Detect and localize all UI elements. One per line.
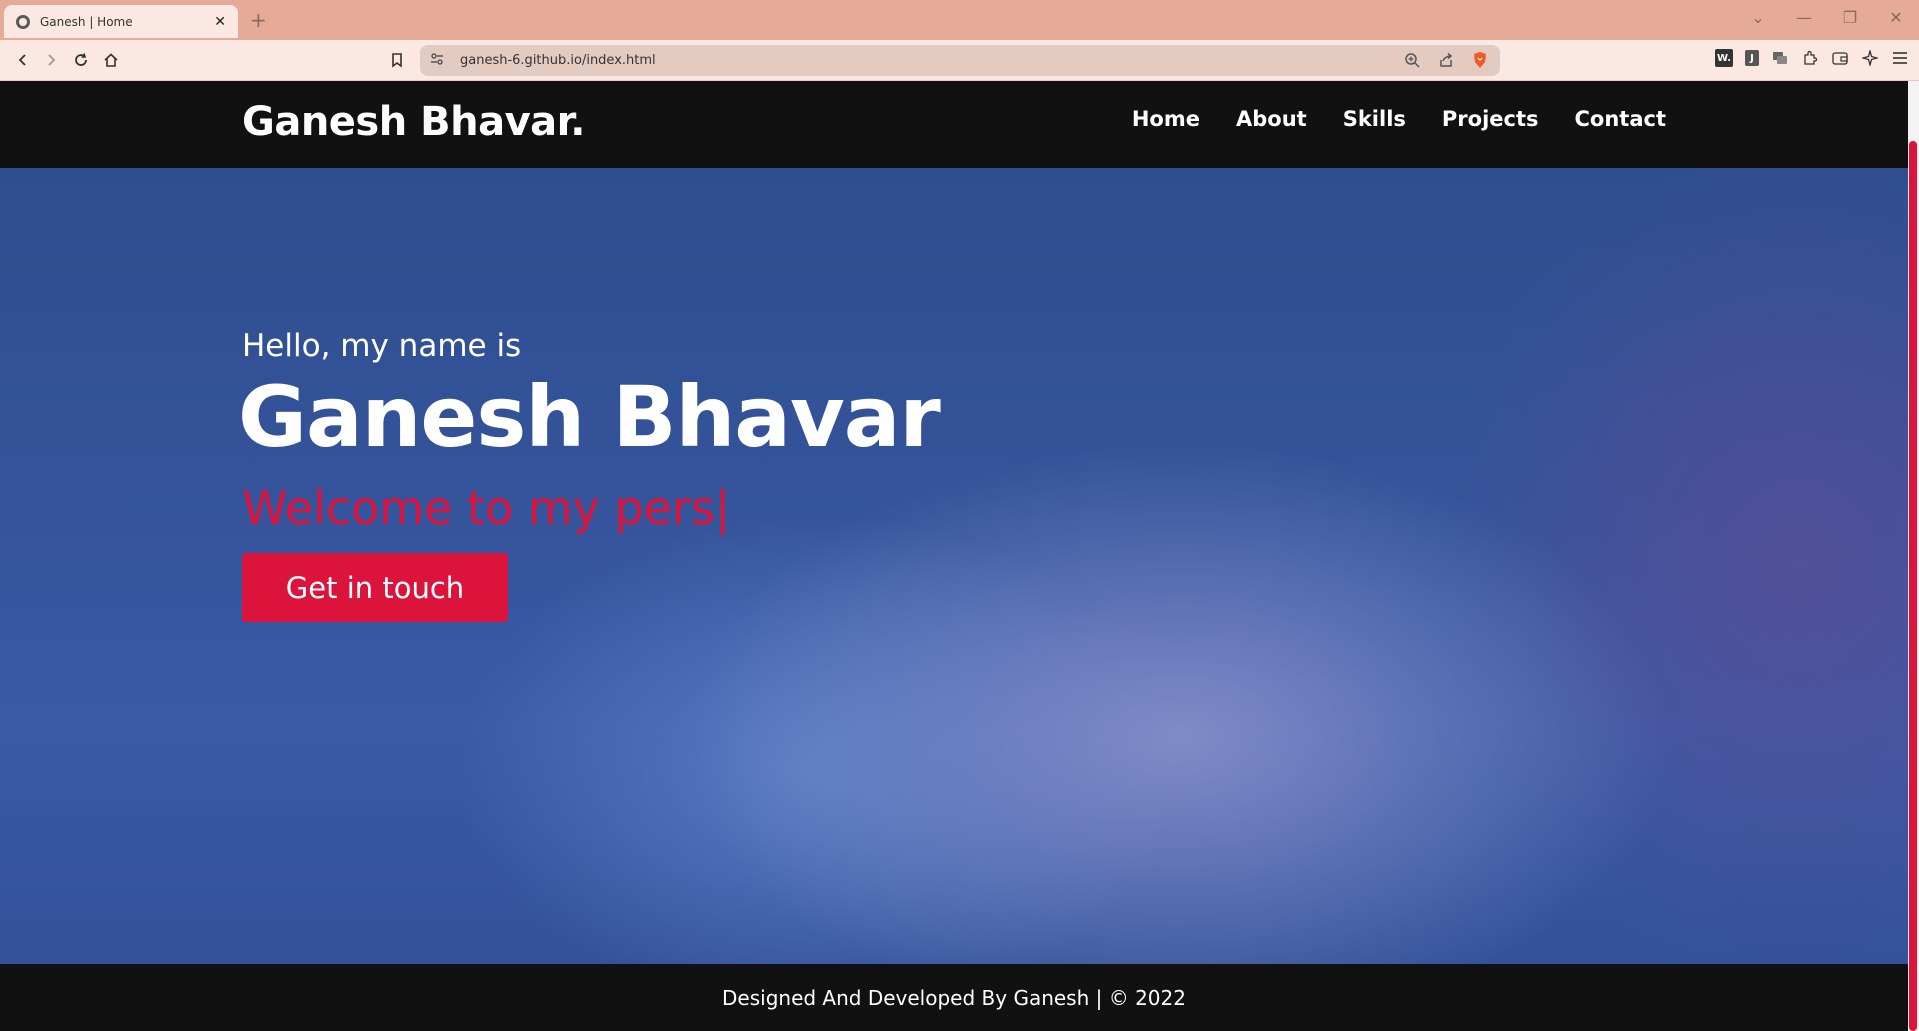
site-footer: Designed And Developed By Ganesh | © 202… [0, 964, 1908, 1031]
word-extension-icon[interactable]: W. [1715, 49, 1733, 67]
globe-icon [16, 14, 30, 29]
address-bar-actions [1404, 51, 1488, 73]
menu-item-skills[interactable]: Skills [1343, 107, 1406, 131]
hero-section: Hello, my name is Ganesh Bhavar Welcome … [0, 168, 1908, 964]
footer-text: Designed And Developed By Ganesh | © 202… [722, 985, 1186, 1010]
wallet-icon[interactable] [1831, 49, 1849, 67]
tab-title: Ganesh | Home [40, 14, 133, 29]
minimize-icon[interactable]: — [1793, 8, 1815, 27]
close-icon[interactable]: ✕ [214, 14, 226, 30]
hero-name: Ganesh Bhavar [238, 368, 941, 466]
page-scrollbar[interactable] [1908, 81, 1919, 1031]
hero-typed-text: Welcome to my pers| [242, 481, 730, 535]
site-logo[interactable]: Ganesh Bhavar. [242, 99, 585, 145]
typed-text: Welcome to my pers [242, 481, 715, 535]
j-extension-icon[interactable]: J [1745, 50, 1759, 66]
address-bar[interactable]: ganesh-6.github.io/index.html [420, 45, 1500, 76]
hero-greeting: Hello, my name is [242, 328, 522, 364]
forward-icon[interactable] [40, 49, 62, 71]
browser-tab[interactable]: Ganesh | Home ✕ [4, 5, 238, 38]
bookmark-icon[interactable] [386, 49, 408, 71]
menu-item-projects[interactable]: Projects [1442, 107, 1539, 131]
extensions-icon[interactable] [1801, 49, 1819, 67]
get-in-touch-button[interactable]: Get in touch [242, 553, 508, 622]
menu-item-home[interactable]: Home [1132, 107, 1200, 131]
menu-item-contact[interactable]: Contact [1575, 107, 1667, 131]
zoom-icon[interactable] [1404, 52, 1420, 72]
site-settings-icon[interactable] [430, 51, 444, 70]
typing-cursor: | [714, 481, 731, 535]
restore-icon[interactable]: ❐ [1839, 8, 1861, 27]
site-menu: Home About Skills Projects Contact [1132, 107, 1666, 131]
site-navbar: Ganesh Bhavar. Home About Skills Project… [0, 81, 1908, 168]
browser-toolbar: ganesh-6.github.io/index.html W. J [0, 40, 1919, 81]
close-window-icon[interactable]: ✕ [1885, 8, 1907, 27]
extension-icons: W. J [1715, 49, 1909, 67]
web-page: Ganesh Bhavar. Home About Skills Project… [0, 81, 1908, 1031]
plus-icon[interactable]: + [250, 8, 267, 32]
menu-item-about[interactable]: About [1236, 107, 1307, 131]
home-icon[interactable] [100, 49, 122, 71]
chat-extension-icon[interactable] [1771, 49, 1789, 67]
back-icon[interactable] [12, 49, 34, 71]
scrollbar-thumb[interactable] [1909, 141, 1917, 1031]
leo-icon[interactable] [1861, 49, 1879, 67]
reload-icon[interactable] [70, 49, 92, 71]
browser-tabstrip: Ganesh | Home ✕ + ⌄ — ❐ ✕ [0, 0, 1919, 40]
tab-search-icon[interactable]: ⌄ [1747, 8, 1769, 27]
menu-icon[interactable] [1891, 49, 1909, 67]
url-text: ganesh-6.github.io/index.html [460, 53, 656, 68]
window-controls: ⌄ — ❐ ✕ [1747, 8, 1907, 27]
brave-shield-icon[interactable] [1472, 51, 1488, 73]
share-icon[interactable] [1438, 52, 1454, 72]
